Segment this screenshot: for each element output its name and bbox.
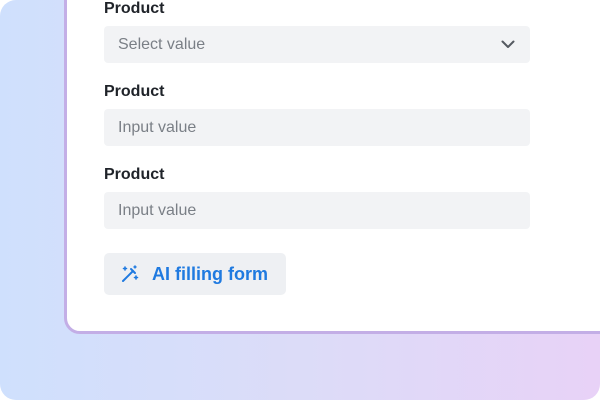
product-input[interactable]: Input value — [104, 192, 530, 229]
magic-wand-icon — [120, 263, 142, 285]
product-input-field: Product Input value — [104, 83, 530, 146]
product-select-field: Product Select value — [104, 0, 530, 63]
ai-button-label: AI filling form — [152, 263, 268, 284]
ai-filling-form-button[interactable]: AI filling form — [104, 253, 286, 295]
product-select[interactable]: Select value — [104, 26, 530, 63]
input-placeholder: Input value — [118, 201, 197, 219]
product-input-field: Product Input value — [104, 166, 530, 229]
input-placeholder: Input value — [118, 118, 197, 136]
chevron-down-icon — [500, 37, 516, 53]
field-label: Product — [104, 0, 165, 17]
field-label: Product — [104, 83, 165, 100]
select-placeholder: Select value — [118, 35, 206, 53]
field-label: Product — [104, 166, 165, 183]
product-input[interactable]: Input value — [104, 109, 530, 146]
